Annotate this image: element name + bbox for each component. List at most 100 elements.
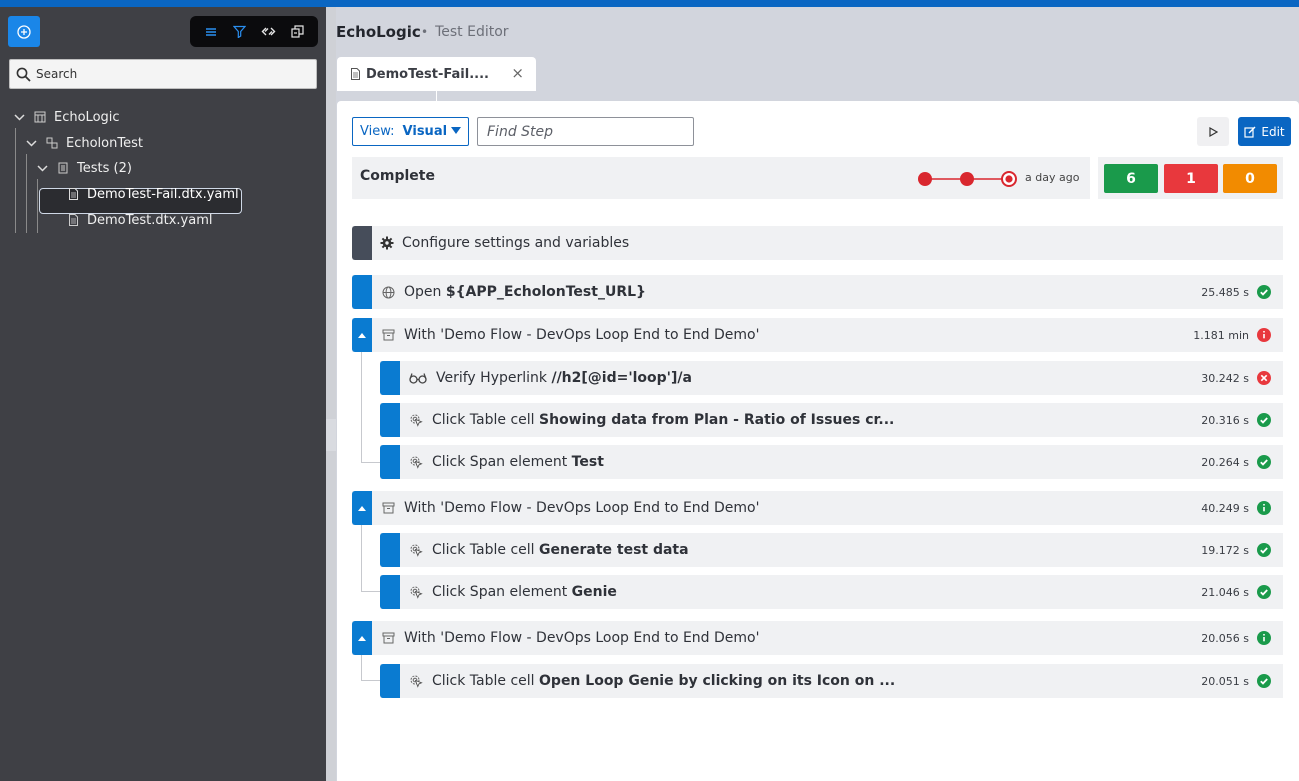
step-group-2[interactable]: With 'Demo Flow - DevOps Loop End to End… [352, 491, 1283, 525]
group-connector [361, 591, 380, 592]
step-bar [380, 403, 400, 437]
pass-check-icon [1257, 585, 1271, 599]
tab-close-button[interactable]: × [511, 64, 524, 82]
filter-button[interactable] [230, 22, 250, 42]
pass-check-icon [1257, 543, 1271, 557]
edit-button[interactable]: Edit [1238, 117, 1291, 146]
tree-item-label: EchoLogic [54, 109, 120, 125]
tree-item-label: DemoTest.dtx.yaml [87, 212, 213, 228]
sidebar-toolbox [190, 16, 318, 47]
step-duration: 19.172 s [1201, 543, 1249, 557]
step-label: With 'Demo Flow - DevOps Loop End to End… [404, 327, 759, 343]
tree-guide-line [26, 154, 27, 233]
configure-settings-row[interactable]: Configure settings and variables [352, 226, 1283, 260]
skipped-count-badge[interactable]: 0 [1223, 164, 1277, 193]
config-label: Configure settings and variables [402, 235, 630, 251]
tree-guide-line [15, 128, 16, 233]
step-label-prefix: Verify Hyperlink [436, 370, 552, 386]
step-bar [380, 361, 400, 395]
pass-check-icon [1257, 285, 1271, 299]
step-label-prefix: With 'Demo Flow - DevOps Loop End to End… [404, 630, 760, 646]
caret-up-icon [358, 506, 366, 511]
run-history-dot [918, 172, 932, 186]
tree-item-echolontest[interactable]: EcholonTest [25, 133, 143, 153]
step-group-1[interactable]: With 'Demo Flow - DevOps Loop End to End… [352, 318, 1283, 352]
step-label: With 'Demo Flow - DevOps Loop End to End… [404, 500, 759, 516]
run-time-ago: a day ago [1025, 171, 1080, 184]
caret-down-icon [451, 127, 461, 134]
tab-connector [436, 91, 437, 101]
edit-icon [1244, 126, 1256, 138]
fail-x-icon [1257, 371, 1271, 385]
step-click-span[interactable]: Click Span element Test 20.264 s [380, 445, 1283, 479]
view-select[interactable]: View: Visual [352, 117, 469, 146]
project-icon [46, 137, 58, 149]
step-duration: 20.316 s [1201, 413, 1249, 427]
tab-demotest-fail[interactable]: DemoTest-Fail.... × [337, 57, 536, 91]
view-label: View: [360, 124, 395, 139]
step-verify-hyperlink[interactable]: Verify Hyperlink //h2[@id='loop']/a 30.2… [380, 361, 1283, 395]
pass-check-icon [1257, 455, 1271, 469]
step-label: Verify Hyperlink //h2[@id='loop']/a [436, 370, 692, 386]
run-history-dot [960, 172, 974, 186]
step-label: With 'Demo Flow - DevOps Loop End to End… [404, 630, 759, 646]
splitter-grip[interactable] [326, 419, 336, 451]
step-label-prefix: Click Table cell [432, 673, 540, 689]
step-duration: 20.051 s [1201, 674, 1249, 688]
file-icon [351, 68, 360, 80]
step-bar [352, 275, 372, 309]
run-status-text: Complete [360, 168, 435, 184]
click-icon [409, 455, 423, 469]
link-button[interactable] [259, 22, 279, 42]
tree-guide-line [37, 179, 38, 233]
step-label-prefix: Click Table cell [432, 412, 540, 428]
search-input[interactable] [36, 67, 296, 81]
chevron-down-icon [25, 137, 37, 149]
panel-splitter[interactable] [326, 7, 336, 781]
list-icon [205, 27, 216, 36]
collapse-toggle[interactable] [352, 491, 372, 525]
collapse-button[interactable] [288, 22, 308, 42]
step-click-table-cell[interactable]: Click Table cell Generate test data 19.1… [380, 533, 1283, 567]
step-open-url[interactable]: Open ${APP_EcholonTest_URL} 25.485 s [352, 275, 1283, 309]
step-label-target: Generate test data [539, 542, 689, 558]
tree-item-demotest[interactable]: DemoTest.dtx.yaml [67, 210, 212, 230]
search-icon [16, 67, 31, 82]
caret-up-icon [358, 333, 366, 338]
tree-item-demotest-fail[interactable]: DemoTest-Fail.dtx.yaml [67, 184, 239, 204]
group-connector [361, 352, 362, 463]
run-button[interactable] [1197, 117, 1229, 146]
step-bar [380, 445, 400, 479]
click-icon [409, 543, 423, 557]
tree-item-tests-folder[interactable]: Tests (2) [36, 158, 132, 178]
step-label-prefix: With 'Demo Flow - DevOps Loop End to End… [404, 500, 760, 516]
archive-icon [381, 631, 395, 645]
archive-icon [381, 328, 395, 342]
group-connector [361, 655, 362, 681]
top-accent-bar [0, 0, 1299, 7]
step-group-3[interactable]: With 'Demo Flow - DevOps Loop End to End… [352, 621, 1283, 655]
list-view-button[interactable] [201, 22, 221, 42]
add-button[interactable] [8, 16, 40, 47]
step-click-span[interactable]: Click Span element Genie 21.046 s [380, 575, 1283, 609]
step-label-target: //h2[@id='loop']/a [551, 370, 692, 386]
step-click-table-cell[interactable]: Click Table cell Open Loop Genie by clic… [380, 664, 1283, 698]
step-label-target: Test [571, 454, 604, 470]
tree-item-echologic[interactable]: EchoLogic [13, 107, 120, 127]
archive-icon [381, 501, 395, 515]
passed-count-badge[interactable]: 6 [1104, 164, 1158, 193]
title-separator: • [421, 25, 429, 39]
tree-item-label: DemoTest-Fail.dtx.yaml [87, 186, 239, 202]
collapse-toggle[interactable] [352, 621, 372, 655]
failed-count-badge[interactable]: 1 [1164, 164, 1218, 193]
run-history-timeline[interactable] [916, 171, 1018, 187]
step-label-prefix: Click Table cell [432, 542, 540, 558]
pass-check-icon [1257, 674, 1271, 688]
file-icon [67, 214, 79, 226]
app-title: EchoLogic [336, 23, 421, 41]
tree-item-label: Tests (2) [77, 160, 132, 176]
step-click-table-cell[interactable]: Click Table cell Showing data from Plan … [380, 403, 1283, 437]
find-step-input[interactable] [477, 117, 694, 146]
step-label: Click Table cell Showing data from Plan … [432, 412, 894, 428]
collapse-toggle[interactable] [352, 318, 372, 352]
